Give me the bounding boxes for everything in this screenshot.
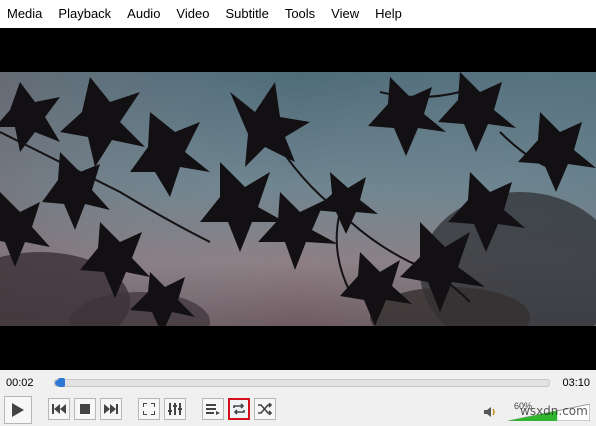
menu-bar: Media Playback Audio Video Subtitle Tool… [0,0,596,28]
seek-bar[interactable] [54,378,550,387]
menu-video[interactable]: Video [168,0,217,28]
extended-settings-button[interactable] [164,398,186,420]
next-button[interactable] [100,398,122,420]
menu-subtitle[interactable]: Subtitle [217,0,276,28]
shuffle-icon [258,403,272,415]
control-bar: 60% wsxdn.com [0,394,596,426]
playlist-icon [206,404,220,415]
next-icon [104,404,118,414]
menu-playback[interactable]: Playback [50,0,119,28]
menu-media[interactable]: Media [0,0,50,28]
menu-view[interactable]: View [323,0,367,28]
timeline: 00:02 03:10 [0,372,596,394]
menu-audio[interactable]: Audio [119,0,168,28]
speaker-icon[interactable] [484,406,496,418]
random-button[interactable] [254,398,276,420]
video-frame [0,72,596,326]
fullscreen-button[interactable] [138,398,160,420]
previous-button[interactable] [48,398,70,420]
loop-button[interactable] [228,398,250,420]
video-area[interactable] [0,28,596,370]
playlist-button[interactable] [202,398,224,420]
equalizer-icon [168,403,182,415]
elapsed-time[interactable]: 00:02 [6,377,34,389]
menu-tools[interactable]: Tools [277,0,323,28]
seek-handle[interactable] [58,378,66,387]
watermark-text: wsxdn.com [520,404,588,418]
play-icon [12,403,24,417]
play-button[interactable] [4,396,32,424]
stop-icon [80,404,90,414]
previous-icon [52,404,66,414]
total-time[interactable]: 03:10 [562,377,590,389]
stop-button[interactable] [74,398,96,420]
menu-help[interactable]: Help [367,0,410,28]
fullscreen-icon [143,403,155,415]
loop-icon [233,403,245,415]
